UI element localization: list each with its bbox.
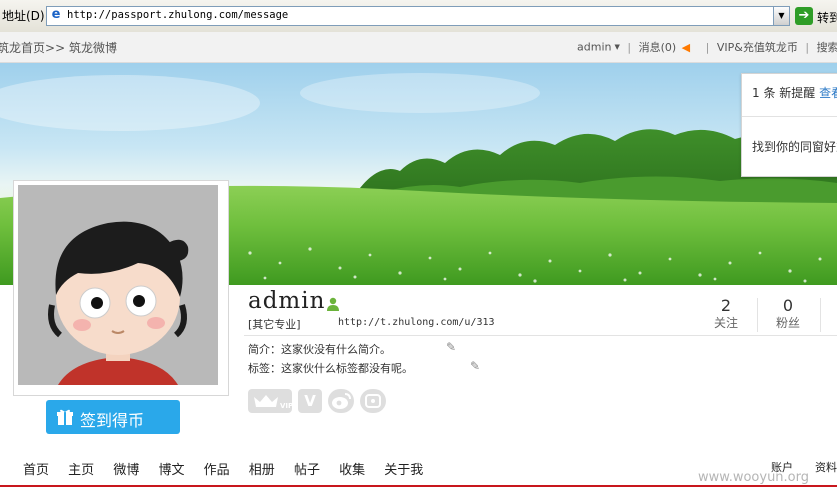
stat-following[interactable]: 2 关注 [701, 297, 751, 331]
profile-major: [其它专业] [248, 318, 301, 331]
tags-label: 标签： [248, 362, 281, 375]
notification-count: 1 条 新提醒 [752, 86, 816, 100]
following-label: 关注 [713, 316, 738, 330]
breadcrumb-weibo-link[interactable]: 筑龙微博 [69, 41, 117, 55]
divider [820, 298, 821, 332]
weibo-icon [332, 393, 351, 409]
avatar-frame [13, 180, 229, 396]
tab-home[interactable]: 首页 [23, 459, 49, 478]
tab-weibo[interactable]: 微博 [113, 459, 139, 478]
user-menu[interactable]: admin [577, 41, 611, 54]
profile-tabs: 首页 主页 微博 博文 作品 相册 帖子 收集 关于我 [23, 459, 438, 478]
user-nav: admin ▼ | 消息(0) ◀ | VIP&充值筑龙币 | 搜索 [577, 39, 837, 55]
vip-text: VIP [280, 402, 292, 410]
find-classmates-link[interactable]: 找到你的同窗好友 [752, 138, 837, 155]
ie-page-icon: e [51, 7, 61, 22]
caret-down-icon[interactable]: ▼ [614, 43, 619, 51]
go-button[interactable]: ➔ 转到 [795, 6, 837, 26]
site-top-nav: 筑龙首页>> 筑龙微博 admin ▼ | 消息(0) ◀ | VIP&充值筑龙币… [0, 32, 837, 63]
stat-fans[interactable]: 0 粉丝 [763, 297, 813, 331]
chevron-down-icon[interactable]: ▼ [773, 7, 789, 25]
tab-collection[interactable]: 收集 [339, 459, 365, 478]
intro-text: 这家伙没有什么简介。 [281, 343, 391, 356]
messages-link[interactable]: 消息(0) [639, 41, 677, 54]
gift-icon [57, 409, 73, 425]
notification-popup: 1 条 新提醒 查看 找到你的同窗好友 [741, 73, 837, 177]
breadcrumb: 筑龙首页>> 筑龙微博 [0, 39, 117, 56]
avatar[interactable] [18, 185, 218, 385]
checkin-button[interactable]: 签到得币 [46, 400, 180, 434]
tags-text: 这家伙什么标签都没有呢。 [281, 362, 413, 375]
vip-recharge-link[interactable]: VIP&充值筑龙币 [717, 41, 798, 54]
breadcrumb-separator: >> [45, 41, 66, 55]
divider: | [627, 40, 632, 54]
edit-intro-pencil-icon[interactable]: ✎ [446, 340, 456, 354]
view-notification-link[interactable]: 查看 [819, 86, 837, 100]
verified-v-badge-icon[interactable]: V [298, 389, 322, 413]
divider [244, 335, 837, 336]
phone-badge-icon[interactable] [360, 389, 386, 413]
search-link[interactable]: 搜索 [817, 41, 837, 54]
tab-works[interactable]: 作品 [204, 459, 230, 478]
fans-count: 0 [782, 296, 794, 315]
profile-username: admin [248, 288, 326, 314]
divider: | [705, 40, 710, 54]
fans-label: 粉丝 [775, 316, 800, 330]
intro-row: 简介：这家伙没有什么简介。 [248, 341, 391, 357]
checkin-label: 签到得币 [80, 411, 145, 430]
watermark: www.wooyun.org [698, 470, 810, 485]
intro-label: 简介： [248, 343, 281, 356]
go-label: 转到 [817, 11, 837, 25]
edit-tags-pencil-icon[interactable]: ✎ [470, 359, 480, 373]
crown-icon: VIP [254, 395, 293, 410]
divider [757, 298, 758, 332]
bottom-divider [0, 485, 837, 487]
address-field[interactable]: e http://passport.zhulong.com/message ▼ [46, 6, 790, 26]
phone-icon [365, 394, 381, 408]
vip-badge-icon[interactable]: VIP [248, 389, 293, 413]
address-label: 地址(D) [2, 9, 45, 23]
tags-row: 标签：这家伙什么标签都没有呢。 [248, 360, 413, 376]
address-url[interactable]: http://passport.zhulong.com/message [67, 9, 288, 21]
tab-about[interactable]: 关于我 [384, 459, 423, 478]
browser-address-bar: 地址(D) e http://passport.zhulong.com/mess… [0, 0, 837, 33]
user-icon [327, 297, 339, 311]
tab-album[interactable]: 相册 [249, 459, 275, 478]
speaker-icon[interactable]: ◀ [682, 41, 690, 54]
profile-url[interactable]: http://t.zhulong.com/u/313 [338, 317, 495, 328]
divider [742, 116, 837, 117]
tab-blog[interactable]: 博文 [158, 459, 184, 478]
arrow-right-icon: ➔ [795, 7, 813, 25]
notification-row: 1 条 新提醒 查看 [752, 84, 837, 101]
tab-resource[interactable]: 资料 [815, 459, 837, 475]
breadcrumb-home-link[interactable]: 筑龙首页 [0, 41, 45, 55]
following-count: 2 [720, 296, 732, 315]
divider: | [805, 40, 810, 54]
cartoon-avatar-image [18, 185, 218, 385]
tab-posts[interactable]: 帖子 [294, 459, 320, 478]
weibo-badge-icon[interactable] [328, 389, 354, 413]
tab-homepage[interactable]: 主页 [68, 459, 94, 478]
